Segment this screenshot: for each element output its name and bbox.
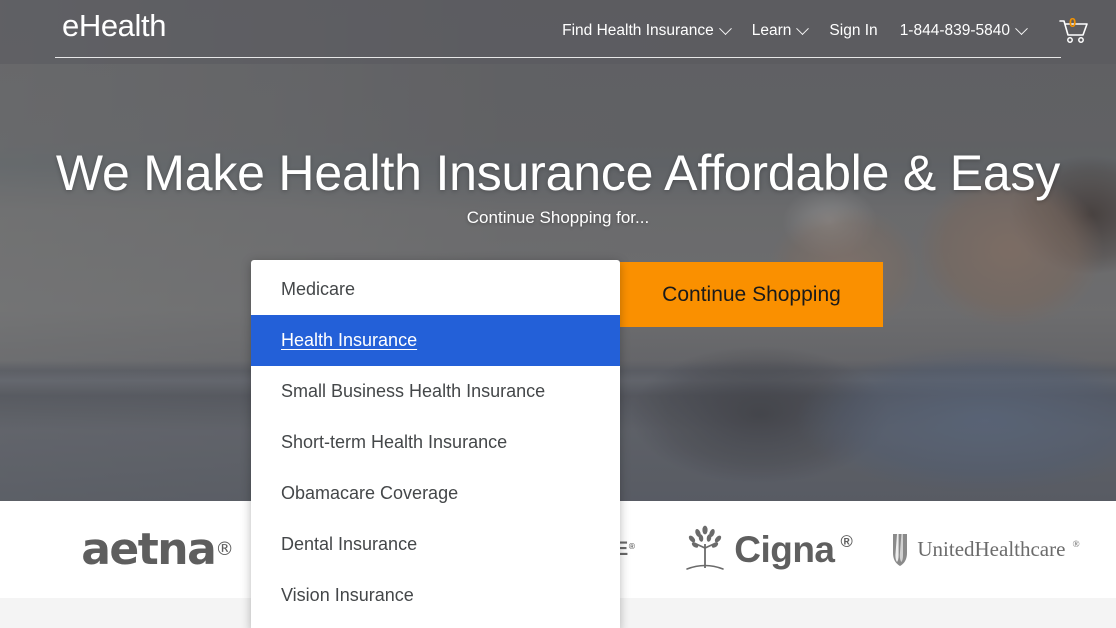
dropdown-item-label: Small Business Health Insurance (281, 381, 546, 401)
nav-label: 1-844-839-5840 (899, 22, 1010, 39)
page-root: eHealth Find Health Insurance Learn Sign… (0, 0, 1116, 628)
site-header: eHealth Find Health Insurance Learn Sign… (0, 0, 1116, 58)
dropdown-item-dental-insurance[interactable]: Dental Insurance (251, 519, 620, 570)
nav-item-phone-number[interactable]: 1-844-839-5840 (899, 21, 1028, 41)
dropdown-item-health-insurance[interactable]: Health Insurance (251, 315, 620, 366)
dropdown-item-short-term-health-insurance[interactable]: Short-term Health Insurance (251, 417, 620, 468)
dropdown-item-label: Obamacare Coverage (281, 483, 459, 503)
carrier-logo-cigna: Cigna ® (660, 501, 875, 598)
registered-mark: ® (215, 539, 234, 560)
ehealth-logo[interactable]: eHealth (62, 8, 166, 44)
dropdown-item-medicare[interactable]: Medicare (251, 264, 620, 315)
dropdown-item-label: Medicare (281, 279, 356, 299)
nav-item-learn[interactable]: Learn (751, 21, 810, 41)
dropdown-item-vision-insurance[interactable]: Vision Insurance (251, 570, 620, 621)
dropdown-item-label: Vision Insurance (281, 585, 414, 605)
dropdown-item-label: Dental Insurance (281, 534, 418, 554)
dropdown-item-obamacare-coverage[interactable]: Obamacare Coverage (251, 468, 620, 519)
page-title: We Make Health Insurance Affordable & Ea… (55, 145, 1061, 201)
registered-mark: ® (840, 532, 853, 552)
dropdown-item-label: Short-term Health Insurance (281, 432, 508, 452)
cart-count-badge: 0 (1069, 15, 1077, 30)
aetna-wordmark: aetna (81, 524, 217, 575)
chevron-down-icon (796, 21, 810, 35)
continue-shopping-button[interactable]: Continue Shopping (620, 262, 883, 327)
chevron-down-icon (718, 21, 732, 35)
uhc-wordmark: UnitedHealthcare (917, 537, 1066, 561)
cigna-wordmark: Cigna (734, 528, 835, 570)
dropdown-item-small-business-health-insurance[interactable]: Small Business Health Insurance (251, 366, 620, 417)
header-divider (55, 57, 1061, 58)
cart-button[interactable]: 0 (1058, 16, 1092, 46)
chevron-down-icon (1015, 21, 1028, 35)
carrier-logo-aetna: aetna ® (60, 501, 255, 598)
carrier-logo-unitedhealthcare: UnitedHealthcare ® (885, 501, 1085, 598)
nav-label: Learn (751, 22, 792, 39)
continue-shopping-dropdown: Medicare Health Insurance Small Business… (251, 260, 620, 628)
nav-label: Sign In (829, 22, 878, 39)
main-navigation: Find Health Insurance Learn Sign In 1-84… (562, 16, 1092, 46)
uhc-shield-icon (893, 533, 908, 566)
nav-item-sign-in[interactable]: Sign In (829, 21, 877, 41)
dropdown-item-label: Health Insurance (281, 330, 418, 350)
cigna-tree-icon (686, 525, 725, 570)
registered-mark: ® (628, 540, 635, 551)
nav-label: Find Health Insurance (562, 22, 714, 39)
hero-subtitle: Continue Shopping for... (466, 208, 650, 227)
nav-item-find-health-insurance[interactable]: Find Health Insurance (562, 21, 732, 41)
registered-mark: ® (1072, 540, 1080, 551)
